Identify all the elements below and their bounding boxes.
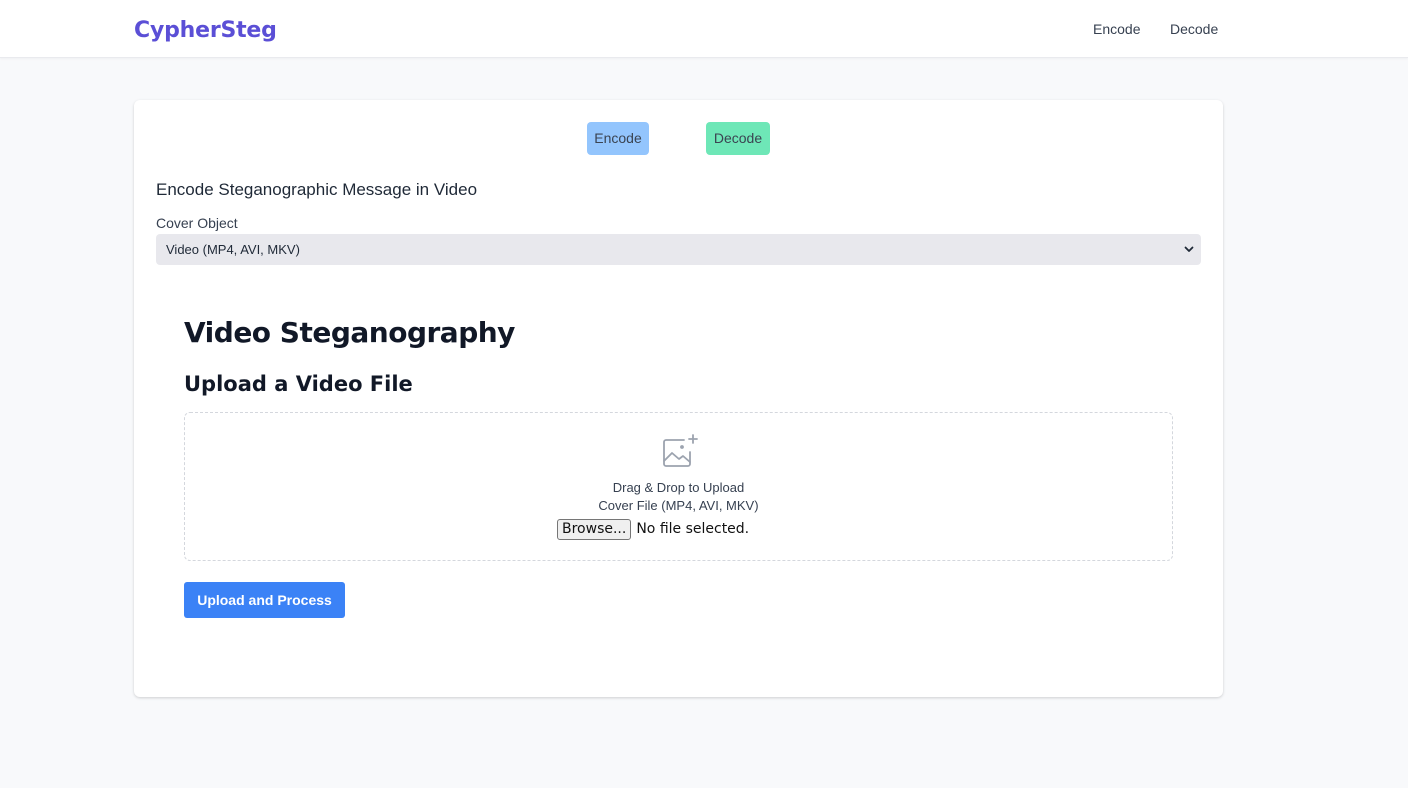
main-card: Encode Decode Encode Steganographic Mess… (134, 100, 1223, 697)
chevron-down-icon (1184, 246, 1194, 252)
brand-logo[interactable]: CypherSteg (134, 18, 277, 43)
form-title: Encode Steganographic Message in Video (156, 180, 478, 199)
nav-encode-link[interactable]: Encode (1093, 21, 1140, 37)
file-dropzone[interactable]: Drag & Drop to Upload Cover File (MP4, A… (184, 412, 1173, 561)
dropzone-file-types: Cover File (MP4, AVI, MKV) (598, 498, 759, 513)
cover-object-select[interactable]: Video (MP4, AVI, MKV) (156, 234, 1201, 265)
cover-object-label: Cover Object (156, 215, 238, 231)
browse-button[interactable]: Browse... (557, 518, 632, 540)
file-status-text: No file selected. (636, 521, 750, 537)
upload-and-process-button[interactable]: Upload and Process (184, 582, 345, 618)
page-heading: Video Steganography (184, 316, 515, 349)
dropzone-instruction: Drag & Drop to Upload (612, 480, 745, 495)
upload-subheading: Upload a Video File (184, 372, 413, 396)
decode-mode-button[interactable]: Decode (706, 122, 770, 155)
nav-decode-link[interactable]: Decode (1170, 21, 1218, 37)
image-plus-icon (663, 434, 698, 467)
file-input[interactable]: Browse... No file selected. (557, 518, 749, 540)
navbar: CypherSteg Encode Decode (0, 0, 1408, 58)
encode-mode-button[interactable]: Encode (587, 122, 649, 155)
cover-object-selected-value: Video (MP4, AVI, MKV) (166, 242, 300, 257)
